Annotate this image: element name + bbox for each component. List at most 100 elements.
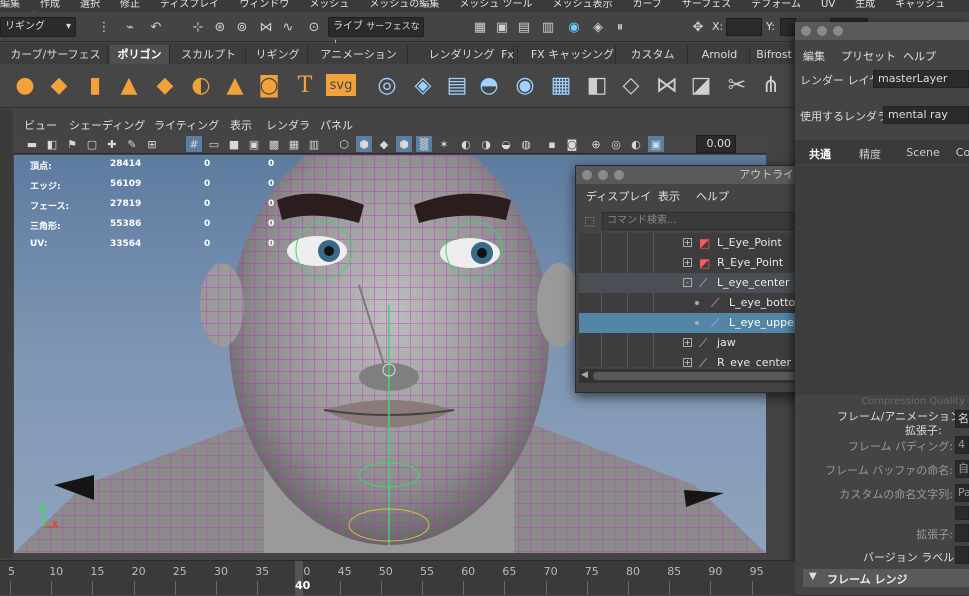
render-view-icon[interactable]: ▦ [472, 19, 488, 35]
select-hierarchy-icon[interactable]: ⊹ [190, 19, 206, 35]
lights-icon[interactable]: ✶ [436, 136, 452, 152]
xray-joints-icon[interactable]: ⊕ [588, 136, 604, 152]
smooth-shade-icon[interactable]: ⬢ [356, 136, 372, 152]
menu-item[interactable]: メッシュの編集 [369, 0, 439, 10]
extrude-icon[interactable]: ◪ [686, 70, 716, 100]
open-scene-icon[interactable]: ⋮ [96, 19, 112, 35]
outliner-menu-item[interactable]: ヘルプ [696, 188, 729, 204]
undo-icon[interactable]: ↶ [148, 19, 164, 35]
close-window-icon[interactable] [801, 26, 811, 36]
motion-blur-icon[interactable]: ◒ [498, 136, 514, 152]
shelf-tab[interactable]: Bifrost [752, 45, 797, 64]
outliner-menu-item[interactable]: ディスプレイ [586, 188, 651, 204]
shelf-tab[interactable]: ポリゴン [110, 45, 170, 64]
2d-pan-icon[interactable]: ✚ [104, 136, 120, 152]
shelf-tab[interactable]: Arnold [690, 45, 750, 64]
text-icon[interactable]: T [290, 70, 320, 100]
menu-item[interactable]: 選択 [80, 0, 100, 10]
custom-name-input[interactable]: Pa [955, 484, 969, 502]
select-object-icon[interactable]: ⊛ [212, 19, 228, 35]
wireframe-on-shaded-icon[interactable]: ⬢ [396, 136, 412, 152]
ambient-occlusion-icon[interactable]: ◑ [478, 136, 494, 152]
transform-icon[interactable]: ✥ [690, 19, 706, 35]
gate-mask-icon[interactable]: ▣ [246, 136, 262, 152]
menu-item[interactable]: メッシュ [309, 0, 349, 10]
prism-icon[interactable]: ▲ [220, 70, 250, 100]
torus-icon[interactable]: ◐ [186, 70, 216, 100]
expand-toggle-icon[interactable]: - [683, 278, 692, 287]
viewport-menu-item[interactable]: パネル [320, 117, 353, 133]
outliner-menu-item[interactable]: 表示 [658, 188, 680, 204]
shelf-tab[interactable]: カスタム [618, 45, 688, 64]
xray-active-icon[interactable]: ◎ [608, 136, 624, 152]
menu-item[interactable]: 編集 [0, 0, 20, 10]
shadows-icon[interactable]: ◐ [458, 136, 474, 152]
expand-toggle-icon[interactable]: + [683, 258, 692, 267]
frame-padding-input[interactable]: 4 [955, 436, 969, 454]
film-gate-icon[interactable]: ▭ [206, 136, 222, 152]
resolution-gate-icon[interactable]: ■ [226, 136, 242, 152]
color-management-icon[interactable]: ▣ [648, 136, 664, 152]
render-layer-dropdown[interactable]: masterLayer [873, 70, 969, 88]
menu-item[interactable]: サーフェス [682, 0, 731, 10]
grid-icon[interactable]: ⊞ [144, 136, 160, 152]
menu-item[interactable]: 生成 [855, 0, 875, 10]
save-scene-icon[interactable]: ⌁ [122, 19, 138, 35]
renderer-dropdown[interactable]: mental ray [883, 106, 969, 124]
render-settings-icon[interactable]: ▥ [540, 19, 556, 35]
separate-icon[interactable]: ◈ [408, 70, 438, 100]
frame-range-section[interactable]: ▼ フレーム レンジ [803, 569, 969, 587]
shelf-tab[interactable]: FX キャッシング [530, 45, 616, 64]
viewport-menu-item[interactable]: 表示 [230, 117, 252, 133]
viewport-menu-item[interactable]: レンダラ [266, 117, 310, 133]
svg-icon[interactable]: svg [326, 74, 356, 96]
camera-attributes-icon[interactable]: ◧ [44, 136, 60, 152]
version-label-input[interactable] [955, 546, 969, 564]
shelf-tab[interactable]: Fx [498, 45, 518, 64]
shelf-tab[interactable]: アニメーション [310, 45, 408, 64]
camera-icon[interactable]: ▬ [24, 136, 40, 152]
menu-item[interactable]: UV [821, 0, 835, 10]
ipr-render-icon[interactable]: ▤ [516, 19, 532, 35]
safe-action-icon[interactable]: ▦ [286, 136, 302, 152]
anti-aliasing-icon[interactable]: ◍ [518, 136, 534, 152]
frame-ext-dropdown[interactable]: 名 [955, 410, 969, 428]
grease-pencil-icon[interactable]: ✎ [124, 136, 140, 152]
minimize-window-icon[interactable] [598, 170, 608, 180]
pause-icon[interactable]: ⏸ [612, 19, 628, 35]
menu-set-dropdown[interactable]: リギング ▾ [0, 17, 76, 37]
multicut-icon[interactable]: ✂ [722, 70, 752, 100]
shelf-tab[interactable]: スカルプト [172, 45, 246, 64]
shelf-tab[interactable]: カーブ/サーフェス [4, 45, 108, 64]
time-slider[interactable]: 5 10 15 20 25 30 35 40 45 50 55 60 65 70 75 80 85 90 95 40 [0, 560, 795, 596]
viewport-menu-item[interactable]: ライティング [154, 117, 219, 133]
target-weld-icon[interactable]: ⋔ [756, 70, 786, 100]
isolate-select-icon[interactable]: ▪ [544, 136, 560, 152]
minimize-window-icon[interactable] [817, 26, 827, 36]
exposure-icon[interactable]: ◐ [628, 136, 644, 152]
bookmark-icon[interactable]: ⚑ [64, 136, 80, 152]
render-settings-tab[interactable]: 精度 [847, 146, 893, 162]
expand-toggle-icon[interactable]: + [683, 238, 692, 247]
field-chart-icon[interactable]: ▩ [266, 136, 282, 152]
live-surface-field[interactable]: ライブ サーフェスなし [328, 17, 424, 50]
checkbox[interactable] [955, 506, 969, 520]
cube-icon[interactable]: ◆ [44, 70, 74, 100]
smooth-icon[interactable]: ◉ [510, 70, 540, 100]
bridge-icon[interactable]: ⋈ [652, 70, 682, 100]
menu-item[interactable]: デフォーム [751, 0, 801, 10]
wireframe-icon[interactable]: ⬡ [336, 136, 352, 152]
render-settings-menu-item[interactable]: プリセット [841, 48, 896, 64]
scroll-left-icon[interactable]: ◀ [581, 370, 588, 380]
render-settings-tab[interactable]: 共通 [803, 146, 837, 162]
expand-toggle-icon[interactable]: + [683, 338, 692, 347]
viewport-menu-item[interactable]: シェーディング [69, 117, 145, 133]
menu-item[interactable]: 作成 [40, 0, 60, 10]
render-settings-menu-item[interactable]: 編集 [803, 48, 825, 64]
menu-item[interactable]: カーブ [633, 0, 662, 10]
menu-item[interactable]: メッシュ ツール [459, 0, 532, 10]
cylinder-icon[interactable]: ▮ [80, 70, 110, 100]
textured-icon[interactable]: ▒ [416, 136, 432, 152]
menu-item[interactable]: メッシュ表示 [553, 0, 613, 10]
hypershade-icon[interactable]: ◉ [566, 19, 582, 35]
